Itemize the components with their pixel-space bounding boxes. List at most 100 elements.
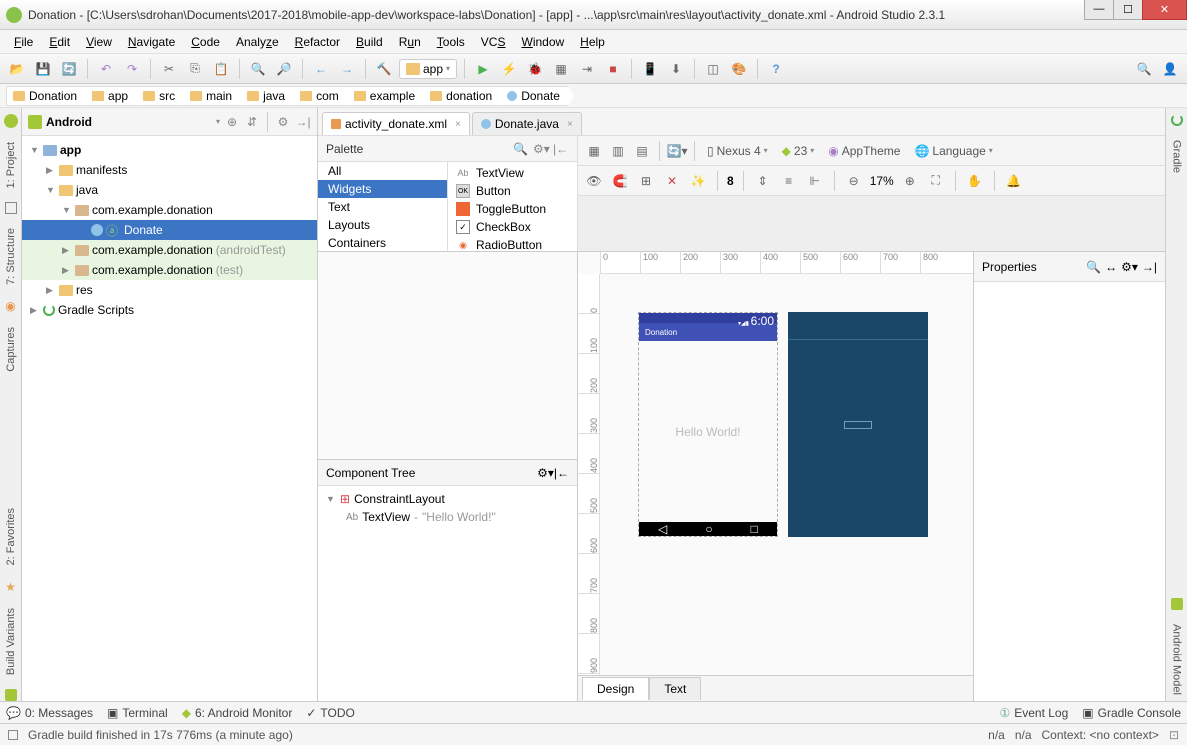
search-icon[interactable]: 🔍: [513, 142, 529, 156]
apply-changes-icon[interactable]: ⚡: [498, 58, 520, 80]
zoom-fit-icon[interactable]: ⛶: [926, 171, 946, 191]
layout-inspector-icon[interactable]: ◫: [702, 58, 724, 80]
search-everywhere-icon[interactable]: 🔍: [1133, 58, 1155, 80]
tab-build-variants[interactable]: Build Variants: [3, 602, 19, 681]
avd-icon[interactable]: 📱: [639, 58, 661, 80]
tree-pkg-androidtest[interactable]: ▶com.example.donation (androidTest): [22, 240, 317, 260]
close-button[interactable]: ✕: [1142, 0, 1187, 20]
redo-icon[interactable]: ↷: [121, 58, 143, 80]
project-view-mode[interactable]: Android: [46, 115, 212, 129]
gear-icon[interactable]: ⚙▾: [533, 142, 549, 156]
blueprint-textview[interactable]: [844, 421, 872, 429]
pan-icon[interactable]: ✋: [965, 171, 985, 191]
surface-blueprint-icon[interactable]: ▥: [608, 141, 628, 161]
hide-icon[interactable]: →|: [295, 114, 311, 130]
attach-icon[interactable]: ⇥: [576, 58, 598, 80]
api-selector[interactable]: ◆23▾: [777, 142, 820, 160]
status-ide-icon[interactable]: ⊡: [1169, 728, 1179, 742]
clear-constraints-icon[interactable]: ✕: [662, 171, 682, 191]
menu-tools[interactable]: Tools: [429, 33, 473, 51]
surface-both-icon[interactable]: ▤: [632, 141, 652, 161]
maximize-button[interactable]: ☐: [1113, 0, 1143, 20]
undo-icon[interactable]: ↶: [95, 58, 117, 80]
run-icon[interactable]: ▶: [472, 58, 494, 80]
replace-icon[interactable]: 🔎: [273, 58, 295, 80]
sync-icon[interactable]: 🔄: [58, 58, 80, 80]
warnings-icon[interactable]: 🔔: [1004, 171, 1024, 191]
menu-build[interactable]: Build: [348, 33, 391, 51]
hide-icon[interactable]: |←: [553, 142, 569, 156]
crumb-donation-pkg[interactable]: donation: [423, 86, 500, 106]
orientation-icon[interactable]: 🔄▾: [667, 141, 687, 161]
status-toggle-icon[interactable]: [8, 730, 18, 740]
make-icon[interactable]: 🔨: [373, 58, 395, 80]
debug-icon[interactable]: 🐞: [524, 58, 546, 80]
tab-android-monitor[interactable]: ◆6: Android Monitor: [182, 706, 293, 720]
surface-design-icon[interactable]: ▦: [584, 141, 604, 161]
crumb-donate[interactable]: Donate: [500, 86, 568, 106]
close-tab-icon[interactable]: ×: [567, 119, 573, 130]
user-icon[interactable]: 👤: [1159, 58, 1181, 80]
tab-android-model[interactable]: Android Model: [1169, 618, 1185, 701]
hide-icon[interactable]: →|: [1142, 260, 1157, 274]
tree-pkg-test[interactable]: ▶com.example.donation (test): [22, 260, 317, 280]
crumb-app[interactable]: app: [85, 86, 136, 106]
run-config-dropdown[interactable]: app ▾: [399, 59, 457, 79]
tree-pkg-main[interactable]: ▼com.example.donation: [22, 200, 317, 220]
close-tab-icon[interactable]: ×: [455, 119, 461, 130]
tab-donate-java[interactable]: Donate.java×: [472, 112, 582, 135]
zoom-out-icon[interactable]: ⊖: [844, 171, 864, 191]
menu-navigate[interactable]: Navigate: [120, 33, 183, 51]
tab-messages[interactable]: 💬0: Messages: [6, 706, 93, 720]
menu-analyze[interactable]: Analyze: [228, 33, 287, 51]
device-preview[interactable]: ▾◢▮ 6:00 Donation Hello World! ◁○□: [638, 312, 778, 537]
minimize-button[interactable]: —: [1084, 0, 1114, 20]
blueprint-preview[interactable]: [788, 312, 928, 537]
palette-button[interactable]: OKButton: [448, 182, 577, 200]
gear-icon[interactable]: ⚙▾: [1121, 260, 1138, 274]
paste-icon[interactable]: 📋: [210, 58, 232, 80]
palette-textview[interactable]: AbTextView: [448, 164, 577, 182]
palette-cat-text[interactable]: Text: [318, 198, 447, 216]
design-canvas[interactable]: 0100200300400500600700800 01002003004005…: [578, 252, 973, 675]
gear-icon[interactable]: ⚙▾: [537, 466, 554, 480]
preview-body[interactable]: Hello World!: [639, 341, 777, 522]
collapse-icon[interactable]: ⇵: [244, 114, 260, 130]
tree-res[interactable]: ▶res: [22, 280, 317, 300]
back-icon[interactable]: ←: [310, 58, 332, 80]
subtab-design[interactable]: Design: [582, 677, 649, 700]
crumb-example[interactable]: example: [347, 86, 423, 106]
crumb-donation[interactable]: Donation: [6, 86, 85, 106]
cut-icon[interactable]: ✂: [158, 58, 180, 80]
tab-favorites[interactable]: 2: Favorites: [3, 502, 19, 571]
component-textview[interactable]: AbTextView - "Hello World!": [318, 508, 577, 526]
palette-checkbox[interactable]: ✓CheckBox: [448, 218, 577, 236]
guideline-icon[interactable]: ⊩: [805, 171, 825, 191]
tab-gradle-console[interactable]: ▣Gradle Console: [1082, 706, 1181, 720]
palette-radiobutton[interactable]: ◉RadioButton: [448, 236, 577, 251]
pack-icon[interactable]: ⇕: [753, 171, 773, 191]
menu-help[interactable]: Help: [572, 33, 613, 51]
target-icon[interactable]: ⊕: [224, 114, 240, 130]
tab-captures[interactable]: Captures: [3, 321, 19, 378]
menu-code[interactable]: Code: [183, 33, 228, 51]
search-icon[interactable]: 🔍: [1086, 260, 1101, 274]
default-margins-icon[interactable]: ⊞: [636, 171, 656, 191]
tab-structure[interactable]: 7: Structure: [3, 222, 19, 291]
tab-terminal[interactable]: ▣Terminal: [107, 706, 168, 720]
tree-manifests[interactable]: ▶manifests: [22, 160, 317, 180]
crumb-main[interactable]: main: [183, 86, 240, 106]
default-margin-value[interactable]: 8: [727, 174, 734, 188]
menu-refactor[interactable]: Refactor: [287, 33, 348, 51]
tab-gradle[interactable]: Gradle: [1169, 134, 1185, 179]
palette-cat-widgets[interactable]: Widgets: [318, 180, 447, 198]
forward-icon[interactable]: →: [336, 58, 358, 80]
save-icon[interactable]: 💾: [32, 58, 54, 80]
tab-project[interactable]: 1: Project: [3, 136, 19, 194]
expand-icon[interactable]: ↔: [1105, 260, 1117, 274]
hide-icon[interactable]: |←: [554, 466, 569, 480]
menu-vcs[interactable]: VCS: [473, 33, 514, 51]
help-icon[interactable]: ?: [765, 58, 787, 80]
subtab-text[interactable]: Text: [649, 677, 701, 700]
palette-cat-layouts[interactable]: Layouts: [318, 216, 447, 234]
